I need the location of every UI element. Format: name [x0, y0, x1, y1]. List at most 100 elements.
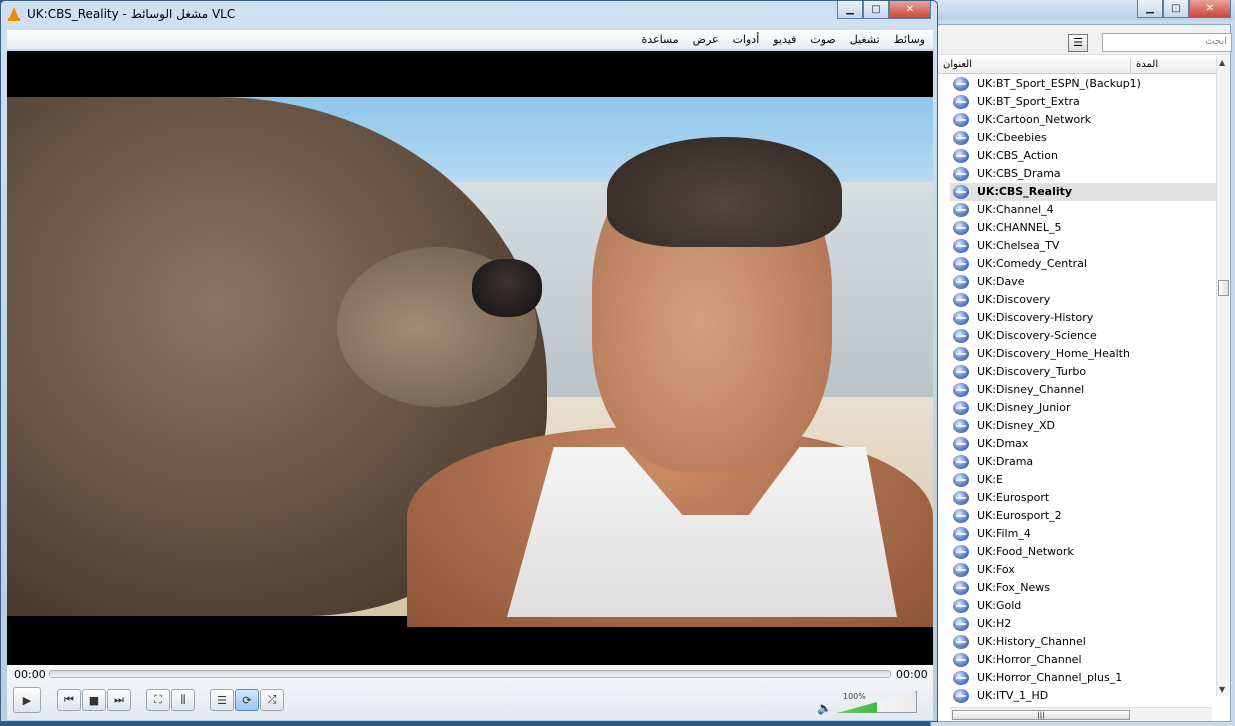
- playlist-item-title: UK:Cbeebies: [977, 131, 1047, 144]
- stream-globe-icon: [953, 113, 969, 127]
- previous-icon: ⏮: [64, 693, 74, 706]
- column-title-label: العنوان: [943, 59, 972, 70]
- playlist-item-title: UK:Horror_Channel_plus_1: [977, 671, 1123, 684]
- playlist-item[interactable]: UK:Drama: [950, 453, 1218, 471]
- playlist-item[interactable]: UK:CBS_Reality: [950, 183, 1218, 201]
- scrollbar-thumb[interactable]: [1218, 280, 1229, 296]
- playlist-item-title: UK:Discovery_Turbo: [977, 365, 1087, 378]
- scroll-up-arrow-icon[interactable]: ▲: [1219, 58, 1225, 67]
- playlist-item[interactable]: UK:Fox_News: [950, 579, 1218, 597]
- list-view-icon[interactable]: ☰: [1068, 34, 1088, 52]
- playlist-item[interactable]: UK:Horror_Channel_plus_1: [950, 669, 1218, 687]
- playlist-item-title: UK:Fox_News: [977, 581, 1051, 594]
- shuffle-button[interactable]: ⤮: [260, 689, 284, 711]
- stream-globe-icon: [953, 149, 969, 163]
- stream-globe-icon: [953, 203, 969, 217]
- playlist-item[interactable]: UK:Horror_Channel: [950, 651, 1218, 669]
- playlist-vertical-scrollbar[interactable]: ▲ ▼: [1216, 56, 1230, 696]
- seek-slider[interactable]: [49, 670, 891, 678]
- menu-media[interactable]: وسائط: [894, 33, 925, 46]
- stream-globe-icon: [953, 545, 969, 559]
- playlist-item[interactable]: UK:Disney_XD: [950, 417, 1218, 435]
- playlist-item-title: UK:H2: [977, 617, 1012, 630]
- playlist-horizontal-scrollbar[interactable]: |||: [950, 707, 1212, 721]
- minimize-button[interactable]: ▁: [837, 1, 863, 19]
- playlist-item[interactable]: UK:Disney_Channel: [950, 381, 1218, 399]
- speaker-icon[interactable]: 🔈: [817, 701, 832, 715]
- playlist-item[interactable]: UK:Eurosport_2: [950, 507, 1218, 525]
- playlist-item[interactable]: UK:Discovery-History: [950, 309, 1218, 327]
- playlist-item[interactable]: UK:BT_Sport_Extra: [950, 93, 1218, 111]
- next-button[interactable]: ⏭: [107, 689, 131, 711]
- playlist-item[interactable]: UK:Dmax: [950, 435, 1218, 453]
- close-button[interactable]: ✕: [889, 1, 931, 19]
- playlist-item[interactable]: UK:CBS_Drama: [950, 165, 1218, 183]
- playlist-item[interactable]: UK:Dave: [950, 273, 1218, 291]
- playlist-window: ▁ □ ✕ ☰ ابحث العنوان المدة UK:BT_Sport_E…: [930, 0, 1235, 726]
- title-bar[interactable]: UK:CBS_Reality - مشغل الوسائط VLC: [7, 4, 235, 24]
- playlist-item[interactable]: UK:E: [950, 471, 1218, 489]
- playlist-item[interactable]: UK:H2: [950, 615, 1218, 633]
- playlist-item[interactable]: UK:Discovery_Home_Health: [950, 345, 1218, 363]
- stream-globe-icon: [953, 401, 969, 415]
- playlist-item-title: UK:Eurosport: [977, 491, 1050, 504]
- playlist-item-title: UK:Discovery-History: [977, 311, 1094, 324]
- playlist-item-title: UK:Disney_Channel: [977, 383, 1085, 396]
- playlist-item[interactable]: UK:Cbeebies: [950, 129, 1218, 147]
- playlist-minimize-button[interactable]: ▁: [1137, 0, 1163, 18]
- playlist-item[interactable]: UK:Fox: [950, 561, 1218, 579]
- playlist-titlebar[interactable]: ▁ □ ✕: [931, 0, 1235, 20]
- stream-globe-icon: [953, 473, 969, 487]
- playlist-item-title: UK:Food_Network: [977, 545, 1074, 558]
- playlist-item[interactable]: UK:Food_Network: [950, 543, 1218, 561]
- loop-button[interactable]: ⟳: [235, 689, 259, 711]
- playlist-toggle-button[interactable]: ☰: [210, 689, 234, 711]
- stream-globe-icon: [953, 527, 969, 541]
- playlist-item[interactable]: UK:Eurosport: [950, 489, 1218, 507]
- stream-globe-icon: [953, 437, 969, 451]
- menu-bar: وسائط تشغيل صوت فيديو أدوات عرض مساعدة: [7, 30, 933, 50]
- playlist-item[interactable]: UK:Discovery-Science: [950, 327, 1218, 345]
- playlist-item[interactable]: UK:Comedy_Central: [950, 255, 1218, 273]
- playlist-close-button[interactable]: ✕: [1189, 0, 1231, 18]
- playlist-item[interactable]: UK:CBS_Action: [950, 147, 1218, 165]
- playlist-item[interactable]: UK:CHANNEL_5: [950, 219, 1218, 237]
- menu-help[interactable]: مساعدة: [641, 33, 678, 46]
- menu-playback[interactable]: تشغيل: [850, 33, 880, 46]
- play-button[interactable]: ▶: [13, 687, 41, 713]
- playlist-item[interactable]: UK:ITV_1_HD: [950, 687, 1218, 705]
- stream-globe-icon: [953, 635, 969, 649]
- playlist-item[interactable]: UK:Disney_Junior: [950, 399, 1218, 417]
- playlist-item[interactable]: UK:History_Channel: [950, 633, 1218, 651]
- playlist-item-title: UK:Comedy_Central: [977, 257, 1087, 270]
- maximize-button[interactable]: □: [863, 1, 889, 19]
- video-area[interactable]: [7, 51, 933, 665]
- menu-video[interactable]: فيديو: [773, 33, 796, 46]
- search-input[interactable]: ابحث: [1102, 33, 1232, 52]
- menu-view[interactable]: عرض: [693, 33, 719, 46]
- hscroll-thumb[interactable]: |||: [952, 710, 1130, 720]
- playlist-item[interactable]: UK:Gold: [950, 597, 1218, 615]
- menu-tools[interactable]: أدوات: [733, 33, 760, 46]
- extended-settings-button[interactable]: ⫼: [171, 689, 195, 711]
- stop-button[interactable]: ■: [82, 689, 106, 711]
- scroll-down-arrow-icon[interactable]: ▼: [1219, 685, 1225, 694]
- playlist-item[interactable]: UK:Discovery: [950, 291, 1218, 309]
- menu-audio[interactable]: صوت: [810, 33, 835, 46]
- playlist-item[interactable]: UK:Cartoon_Network: [950, 111, 1218, 129]
- playlist-item-title: UK:Discovery_Home_Health: [977, 347, 1130, 360]
- playlist-maximize-button[interactable]: □: [1163, 0, 1189, 18]
- playlist-item[interactable]: UK:Channel_4: [950, 201, 1218, 219]
- column-title[interactable]: العنوان: [936, 59, 1131, 73]
- stream-globe-icon: [953, 293, 969, 307]
- playlist-item[interactable]: UK:Chelsea_TV: [950, 237, 1218, 255]
- stream-globe-icon: [953, 95, 969, 109]
- fullscreen-button[interactable]: ⛶: [146, 689, 170, 711]
- playlist-item[interactable]: UK:Discovery_Turbo: [950, 363, 1218, 381]
- column-duration[interactable]: المدة: [1134, 59, 1158, 70]
- shuffle-icon: ⤮: [267, 693, 277, 706]
- playlist-item[interactable]: UK:Film_4: [950, 525, 1218, 543]
- stream-globe-icon: [953, 185, 969, 199]
- playlist-item[interactable]: UK:BT_Sport_ESPN_(Backup1): [950, 75, 1218, 93]
- previous-button[interactable]: ⏮: [57, 689, 81, 711]
